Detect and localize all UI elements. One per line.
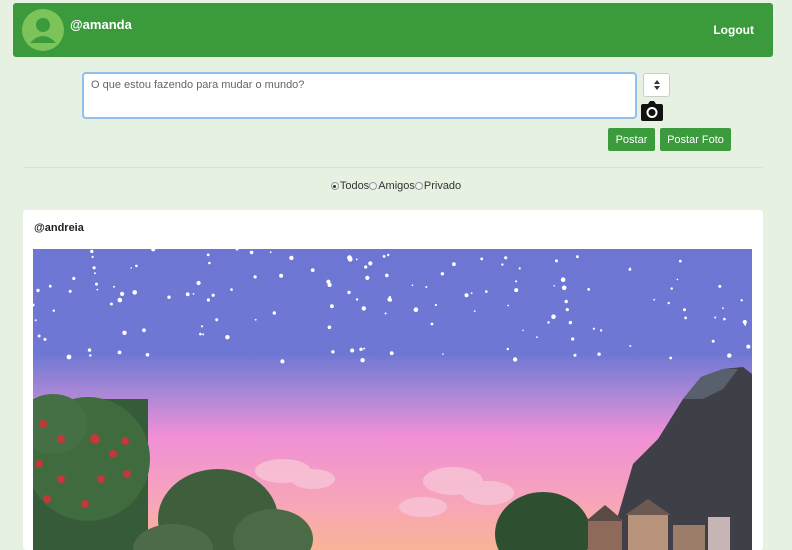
- filter-label: Amigos: [378, 180, 415, 192]
- filter-label: Privado: [423, 180, 462, 192]
- top-navbar: @amanda Logout: [13, 3, 773, 57]
- post-input[interactable]: [82, 72, 637, 119]
- post-author[interactable]: @andreia: [34, 222, 84, 234]
- post-card: @andreia: [23, 210, 763, 550]
- radio-privado[interactable]: [414, 182, 423, 190]
- filter-privado[interactable]: Privado: [414, 180, 462, 192]
- username: @amanda: [70, 17, 132, 32]
- radio-todos[interactable]: [330, 182, 339, 190]
- post-image: [33, 249, 752, 550]
- visibility-filter: Todos Amigos Privado: [0, 180, 792, 192]
- divider: [23, 167, 763, 168]
- sort-arrows-icon: [653, 80, 660, 90]
- visibility-select[interactable]: [643, 73, 670, 97]
- filter-label: Todos: [339, 180, 370, 192]
- post-photo-button[interactable]: Postar Foto: [660, 128, 731, 151]
- filter-amigos[interactable]: Amigos: [369, 180, 415, 192]
- filter-todos[interactable]: Todos: [330, 180, 370, 192]
- user-avatar-icon[interactable]: [22, 9, 64, 51]
- logout-button[interactable]: Logout: [713, 23, 754, 37]
- radio-amigos[interactable]: [369, 182, 378, 190]
- post-button[interactable]: Postar: [608, 128, 655, 151]
- camera-icon[interactable]: [641, 101, 663, 121]
